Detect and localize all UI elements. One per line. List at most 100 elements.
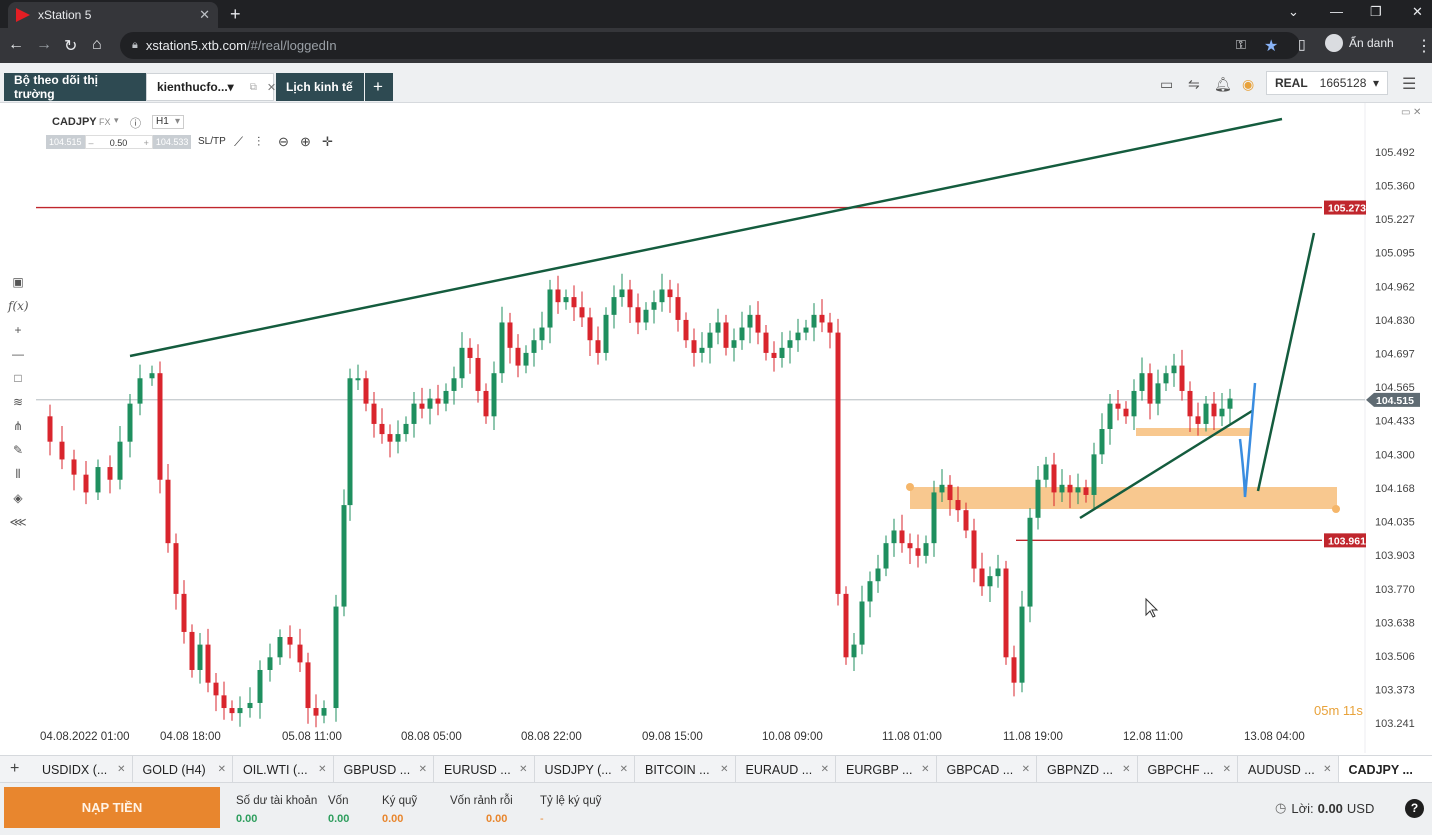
bell-icon[interactable]: 🔔︎: [1214, 76, 1232, 93]
instrument-tab-close-icon[interactable]: ✕: [821, 764, 829, 775]
home-icon[interactable]: ⌂: [92, 36, 102, 54]
instrument-tab[interactable]: GBPNZD ... ✕: [1037, 756, 1138, 783]
key-icon[interactable]: ⚿: [1236, 37, 1246, 53]
tool-shape-icon[interactable]: □: [8, 371, 28, 395]
tab-search-icon[interactable]: ⌄: [1288, 4, 1299, 20]
add-instrument-button[interactable]: +: [10, 760, 19, 778]
chart-type-line-icon[interactable]: ⟋: [234, 134, 243, 150]
browser-tab[interactable]: xStation 5 ✕: [8, 2, 218, 28]
tool-horizontal-line-icon[interactable]: —: [8, 347, 28, 371]
tab-close-icon[interactable]: ✕: [199, 7, 210, 23]
candle-body: [635, 307, 641, 323]
tool-fibonacci-icon[interactable]: ≋: [8, 395, 28, 419]
tool-share-icon[interactable]: ⋘: [8, 515, 28, 539]
chart-symbol[interactable]: CADJPY: [52, 116, 97, 128]
tool-brush-icon[interactable]: ✎: [8, 443, 28, 467]
signals-icon[interactable]: ⇋: [1188, 76, 1200, 93]
tool-pitchfork-icon[interactable]: ⋔: [8, 419, 28, 443]
instrument-tab[interactable]: GOLD (H4) ✕: [133, 756, 233, 783]
projection-line[interactable]: [1256, 232, 1316, 492]
instrument-tab[interactable]: EURAUD ... ✕: [736, 756, 836, 783]
layout-icon[interactable]: ▭: [1160, 76, 1173, 93]
restore-icon[interactable]: ❐: [1370, 4, 1382, 20]
profit-label: Lời:: [1291, 800, 1314, 816]
rising-trendline[interactable]: [129, 117, 1283, 358]
chart-type-candle-icon[interactable]: ⫶: [257, 134, 260, 150]
instrument-tab[interactable]: AUDUSD ... ✕: [1238, 756, 1339, 783]
instrument-tab-close-icon[interactable]: ✕: [1122, 764, 1130, 775]
tool-rectangle-select-icon[interactable]: ▣: [8, 275, 28, 299]
tab-market-watch[interactable]: Bộ theo dõi thị trường: [4, 73, 146, 101]
price-chart[interactable]: 105.492 105.360 105.227 105.095 104.962 104.8…: [0, 103, 1432, 753]
back-icon[interactable]: ←: [8, 36, 24, 54]
zone-handle[interactable]: [906, 483, 914, 491]
instrument-tab-close-icon[interactable]: ✕: [419, 764, 427, 775]
instrument-tab[interactable]: BITCOIN ... ✕: [635, 756, 736, 783]
deposit-button[interactable]: NẠP TIỀN: [4, 787, 220, 828]
volume-input[interactable]: 0.50: [96, 135, 141, 149]
incognito-profile[interactable]: Ẩn danh: [1325, 34, 1394, 52]
instrument-tab-close-icon[interactable]: ✕: [1022, 764, 1030, 775]
panel-close-icon[interactable]: ✕: [1413, 107, 1421, 118]
instrument-tab-close-icon[interactable]: ✕: [318, 764, 326, 775]
panel-maximize-icon[interactable]: ▭: [1401, 107, 1410, 118]
y-tick-label: 104.433: [1375, 416, 1415, 428]
side-panel-icon[interactable]: ▯: [1298, 36, 1306, 53]
instrument-tab-close-icon[interactable]: ✕: [921, 764, 929, 775]
volume-increase-button[interactable]: +: [140, 135, 153, 149]
chart-market: FX: [99, 117, 111, 127]
forward-icon[interactable]: →: [36, 36, 52, 54]
instrument-tab-label: AUDUSD ...: [1248, 762, 1315, 777]
popout-icon[interactable]: ⧉: [250, 82, 257, 93]
instrument-tab[interactable]: OIL.WTI (... ✕: [233, 756, 334, 783]
instrument-tab[interactable]: GBPUSD ... ✕: [334, 756, 434, 783]
sell-price-button[interactable]: 104.515: [46, 135, 85, 149]
instrument-tab-close-icon[interactable]: ✕: [218, 764, 226, 775]
help-icon[interactable]: ?: [1405, 799, 1424, 818]
timeframe-select[interactable]: H1 ▾: [152, 115, 184, 129]
instrument-tab-close-icon[interactable]: ✕: [519, 764, 527, 775]
small-zone[interactable]: [1136, 428, 1250, 436]
instrument-tab-close-icon[interactable]: ✕: [1323, 764, 1331, 775]
zone-handle[interactable]: [1332, 505, 1340, 513]
tool-crosshair-icon[interactable]: +: [8, 323, 28, 347]
tab-workspace[interactable]: kienthucfo...▾ ⧉ ✕: [146, 73, 276, 101]
instrument-tab[interactable]: EURGBP ... ✕: [836, 756, 937, 783]
tool-indicators-icon[interactable]: f(x): [8, 299, 29, 323]
browser-menu-icon[interactable]: ⋮: [1416, 36, 1432, 56]
info-icon[interactable]: ⓘ: [130, 115, 141, 131]
account-selector[interactable]: REAL 1665128 ▾: [1266, 71, 1388, 95]
candle-body: [1163, 373, 1169, 384]
instrument-tab-close-icon[interactable]: ✕: [720, 764, 728, 775]
instrument-tab[interactable]: EURUSD ... ✕: [434, 756, 535, 783]
instrument-tab[interactable]: USDIDX (... ✕: [32, 756, 133, 783]
instrument-tab-close-icon[interactable]: ✕: [1223, 764, 1231, 775]
y-tick-label: 104.565: [1375, 382, 1415, 394]
instrument-tab[interactable]: GBPCHF ... ✕: [1138, 756, 1238, 783]
sltp-button[interactable]: SL/TP: [198, 136, 226, 147]
add-workspace-button[interactable]: +: [365, 73, 393, 101]
tool-measure-icon[interactable]: ⫴: [8, 467, 28, 491]
buy-price-button[interactable]: 104.533: [152, 135, 192, 149]
zoom-out-icon[interactable]: ⊖: [278, 134, 289, 150]
instrument-tab[interactable]: GBPCAD ... ✕: [937, 756, 1037, 783]
workspace-close-icon[interactable]: ✕: [267, 81, 276, 94]
instrument-tab-close-icon[interactable]: ✕: [620, 764, 628, 775]
instrument-tab[interactable]: USDJPY (... ✕: [535, 756, 635, 783]
hamburger-menu-icon[interactable]: ☰: [1402, 74, 1416, 94]
zoom-in-icon[interactable]: ⊕: [300, 134, 311, 150]
new-tab-button[interactable]: +: [230, 4, 241, 25]
reload-icon[interactable]: ↻: [64, 36, 77, 56]
crosshair-icon[interactable]: ✛: [322, 134, 333, 150]
bookmark-star-icon[interactable]: ★: [1264, 36, 1278, 56]
tab-economic-calendar[interactable]: Lịch kinh tế: [276, 73, 364, 101]
tool-layers-icon[interactable]: ◈: [8, 491, 28, 515]
volume-decrease-button[interactable]: –: [84, 135, 97, 149]
minimize-icon[interactable]: —: [1330, 4, 1343, 19]
instrument-tab[interactable]: CADJPY ...: [1338, 756, 1432, 783]
candle-body: [267, 657, 273, 670]
url-input[interactable]: 🔒︎ xstation5.xtb.com /#/real/loggedIn: [120, 32, 1300, 59]
symbol-caret-icon[interactable]: ▾: [114, 115, 119, 126]
close-window-icon[interactable]: ✕: [1412, 4, 1423, 20]
instrument-tab-close-icon[interactable]: ✕: [117, 764, 125, 775]
